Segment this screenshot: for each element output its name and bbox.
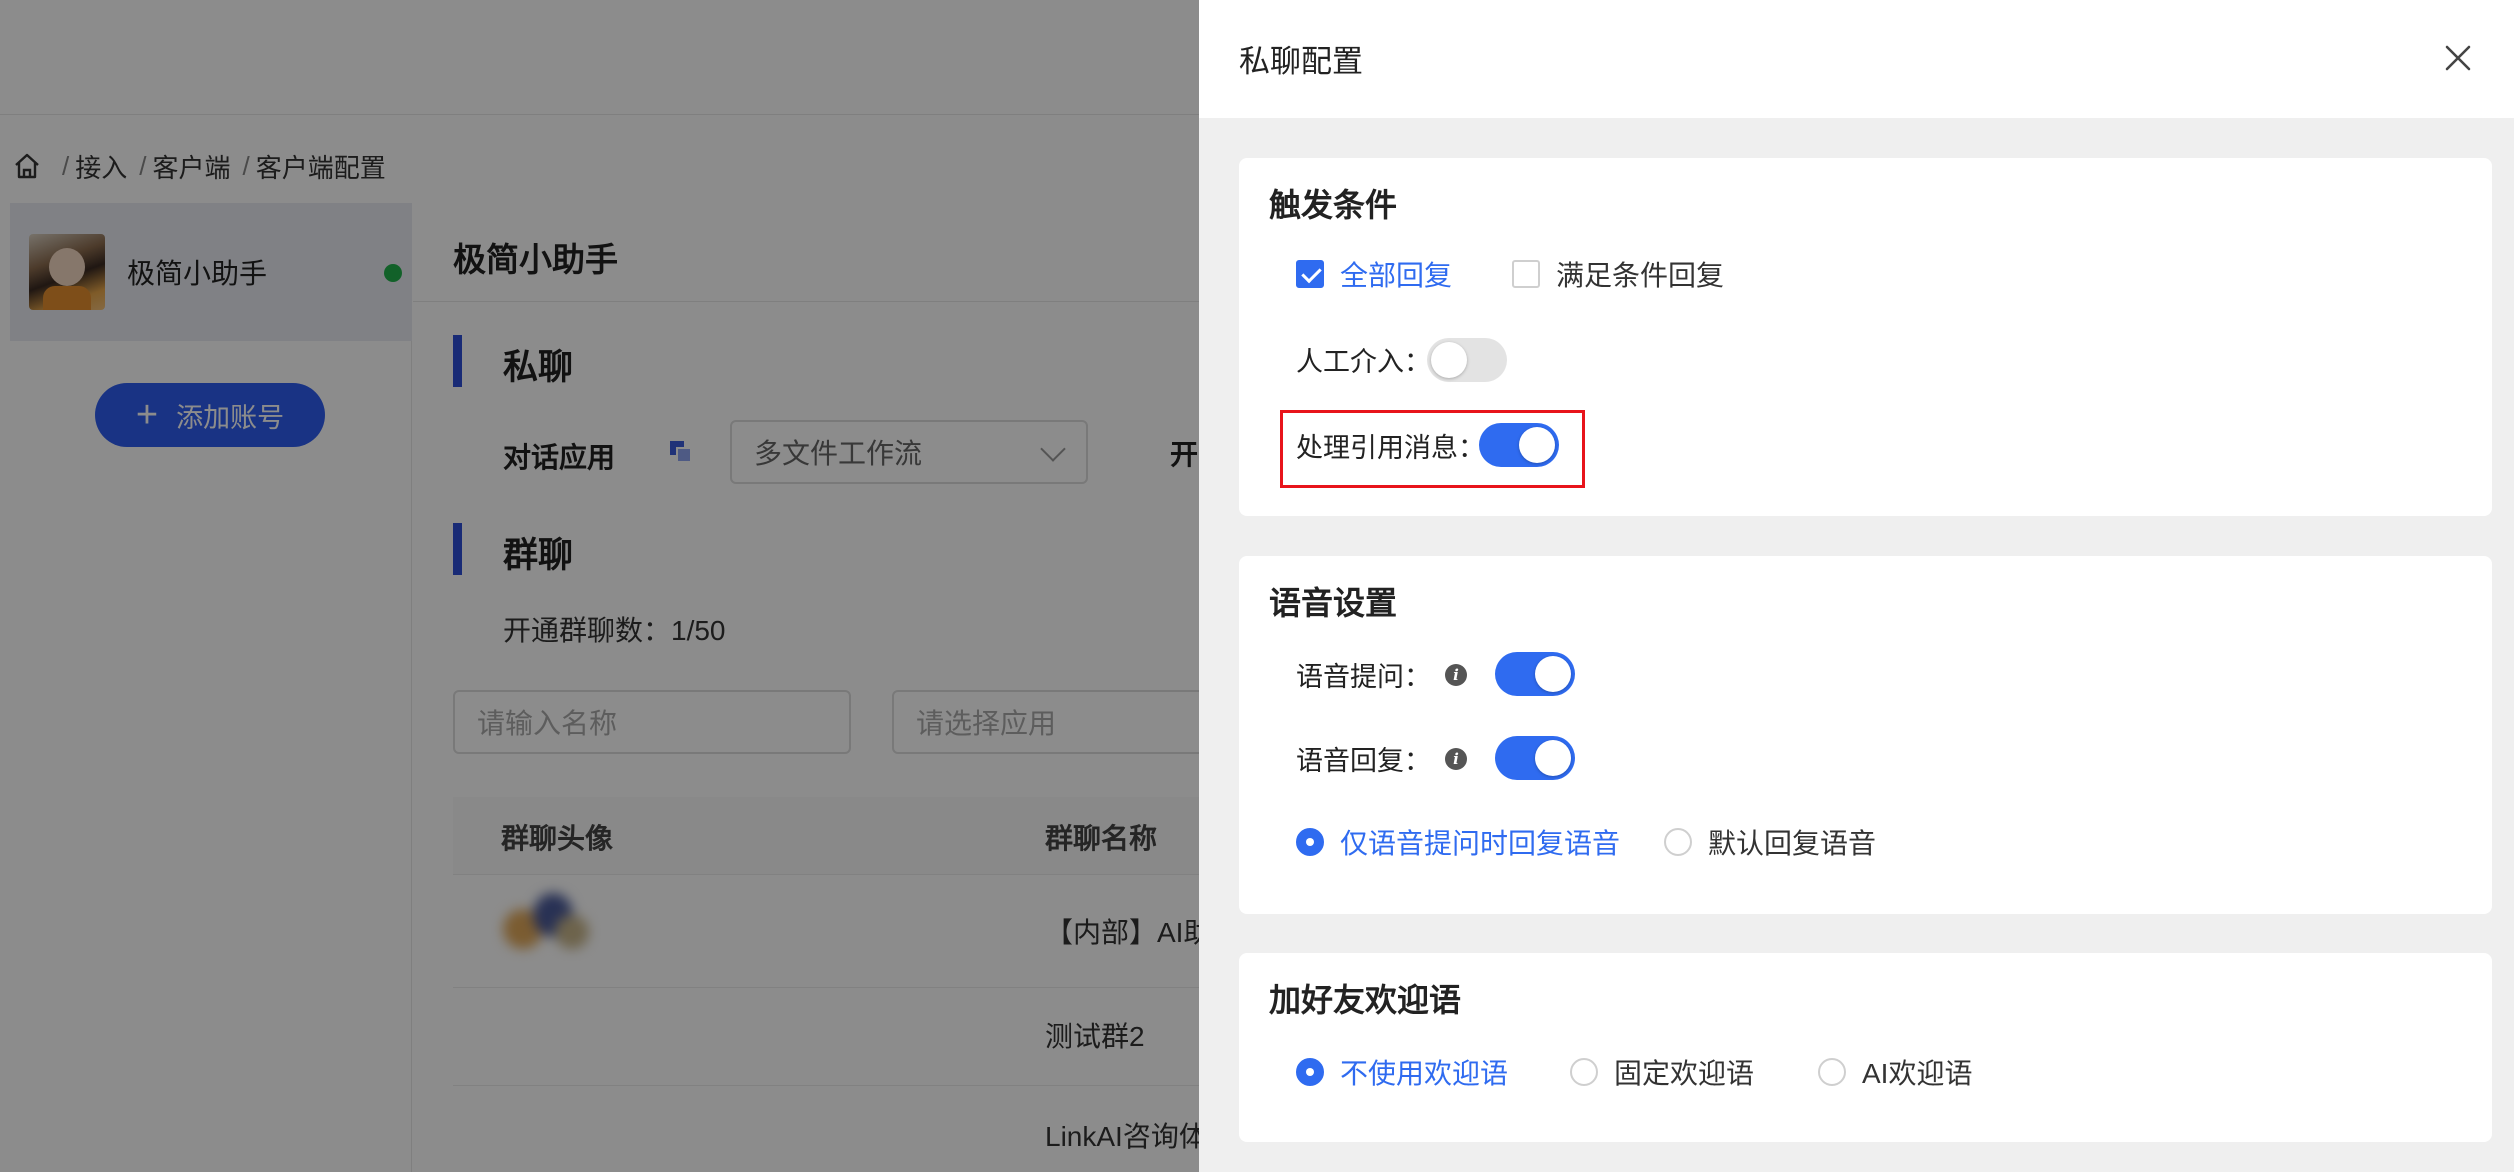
option-ai-welcome[interactable]: AI欢迎语 <box>1818 1052 1972 1092</box>
radio-unselected[interactable] <box>1818 1058 1846 1086</box>
info-icon[interactable]: i <box>1445 747 1467 770</box>
modal-mask[interactable] <box>0 0 1199 1172</box>
voice-ask-switch[interactable] <box>1495 652 1575 696</box>
info-icon[interactable]: i <box>1445 663 1467 686</box>
quote-message-label: 处理引用消息： <box>1296 433 1485 463</box>
trigger-section-title: 触发条件 <box>1269 187 1398 223</box>
checkbox-checked[interactable] <box>1296 260 1324 288</box>
voice-reply-switch[interactable] <box>1495 736 1575 780</box>
radio-selected[interactable] <box>1296 828 1324 856</box>
manual-intervention-switch[interactable] <box>1427 338 1507 382</box>
private-chat-config-drawer: 私聊配置 触发条件 全部回复 满足条件回复 人工介入： 处理引用消息： 语音设置… <box>1199 0 2514 1172</box>
trigger-conditions-card: 触发条件 全部回复 满足条件回复 人工介入： 处理引用消息： <box>1239 158 2492 516</box>
switch-knob <box>1519 427 1555 463</box>
radio-selected[interactable] <box>1296 1058 1324 1086</box>
voice-settings-card: 语音设置 语音提问： i 语音回复： i 仅语音提问时回复语音 默认回复语音 <box>1239 556 2492 914</box>
switch-knob <box>1431 342 1467 378</box>
option-reply-all[interactable]: 全部回复 <box>1296 254 1452 294</box>
switch-knob <box>1535 656 1571 692</box>
radio-unselected[interactable] <box>1664 828 1692 856</box>
welcome-message-card: 加好友欢迎语 不使用欢迎语 固定欢迎语 AI欢迎语 <box>1239 953 2492 1142</box>
manual-intervention-label: 人工介入： <box>1296 347 1431 377</box>
voice-ask-label: 语音提问： i <box>1296 655 1467 694</box>
drawer-title: 私聊配置 <box>1239 44 1363 79</box>
option-no-welcome[interactable]: 不使用欢迎语 <box>1296 1052 1508 1092</box>
voice-reply-label: 语音回复： i <box>1296 739 1467 778</box>
quote-message-switch[interactable] <box>1479 423 1559 467</box>
voice-section-title: 语音设置 <box>1269 585 1398 621</box>
checkbox-unchecked[interactable] <box>1512 260 1540 288</box>
switch-knob <box>1535 740 1571 776</box>
option-fixed-welcome[interactable]: 固定欢迎语 <box>1570 1052 1754 1092</box>
option-conditional-reply[interactable]: 满足条件回复 <box>1512 254 1724 294</box>
drawer-header: 私聊配置 <box>1199 0 2514 118</box>
close-icon[interactable] <box>2438 38 2478 78</box>
option-voice-only-when-asked[interactable]: 仅语音提问时回复语音 <box>1296 822 1620 862</box>
welcome-section-title: 加好友欢迎语 <box>1269 982 1462 1018</box>
option-default-voice-reply[interactable]: 默认回复语音 <box>1664 822 1876 862</box>
radio-unselected[interactable] <box>1570 1058 1598 1086</box>
